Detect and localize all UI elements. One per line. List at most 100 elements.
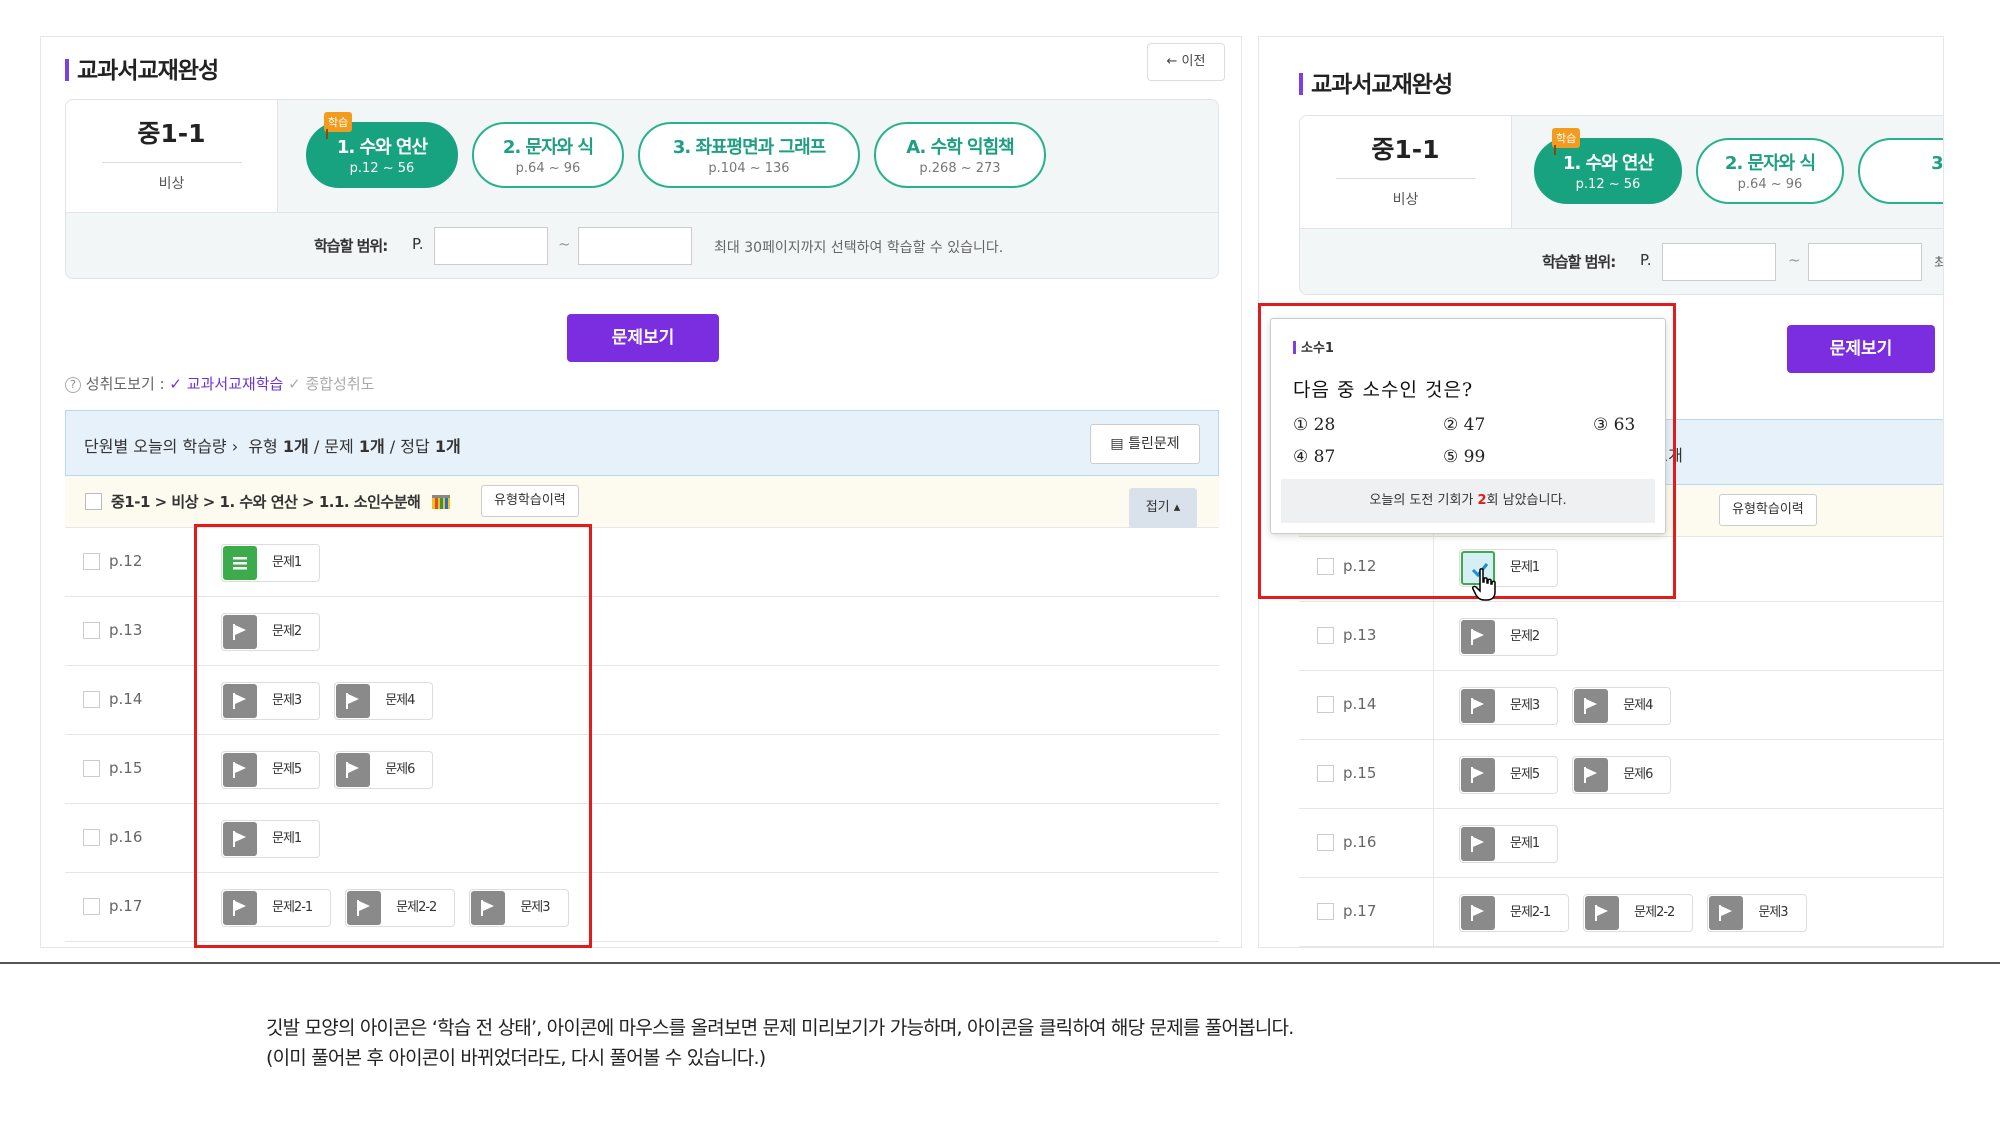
chapter-name: 3. 좌표 bbox=[1931, 153, 1943, 174]
chapter-name: 2. 문자와 식 bbox=[1724, 153, 1816, 174]
range-end-input[interactable] bbox=[578, 227, 692, 265]
caption: 깃발 모양의 아이콘은 ‘학습 전 상태’, 아이콘에 마우스를 올려보면 문제… bbox=[266, 1013, 1294, 1073]
notebook-icon: ▤ bbox=[1110, 436, 1124, 452]
question-button[interactable]: 문제3 bbox=[1707, 894, 1807, 932]
page-label: p.17 bbox=[1343, 902, 1377, 920]
chapter-chip-4[interactable]: A. 수학 익힘책 p.268 ~ 273 bbox=[874, 122, 1046, 188]
range-note: 최 bbox=[1934, 253, 1943, 273]
page-label: p.17 bbox=[109, 897, 143, 915]
view-questions-button[interactable]: 문제보기 bbox=[567, 314, 719, 362]
range-start-input[interactable] bbox=[434, 227, 548, 265]
question-label: 문제6 bbox=[1623, 767, 1653, 782]
page-label: p.12 bbox=[109, 552, 143, 570]
question-label: 문제1 bbox=[1510, 836, 1540, 851]
chapter-name: 3. 좌표평면과 그래프 bbox=[672, 137, 826, 158]
flag-icon[interactable] bbox=[1585, 896, 1620, 930]
achievement-label: 성취도보기 : bbox=[85, 375, 165, 393]
question-label: 문제5 bbox=[1510, 767, 1540, 782]
publisher-label: 비상 bbox=[1392, 192, 1419, 208]
page-checkbox[interactable] bbox=[1317, 834, 1334, 851]
achievement-view: ? 성취도보기 : ✓ 교과서교재학습 ✓ 종합성취도 bbox=[65, 373, 374, 394]
page-label: p.14 bbox=[109, 690, 143, 708]
question-button[interactable]: 문제2-2 bbox=[1583, 894, 1694, 932]
flag-icon[interactable] bbox=[1461, 620, 1495, 654]
question-button[interactable]: 문제4 bbox=[1572, 687, 1672, 725]
chapter-pages: p.12 ~ 56 bbox=[349, 161, 415, 176]
chapter-pages: p. bbox=[1860, 177, 1943, 192]
type-history-button[interactable]: 유형학습이력 bbox=[481, 485, 579, 517]
achievement-option-textbook[interactable]: ✓ 교과서교재학습 bbox=[169, 375, 283, 393]
range-start-input[interactable] bbox=[1662, 243, 1776, 281]
wrong-questions-button[interactable]: ▤ 틀린문제 bbox=[1090, 424, 1200, 464]
range-note: 최대 30페이지까지 선택하여 학습할 수 있습니다. bbox=[714, 240, 1004, 256]
flag-icon[interactable] bbox=[1574, 758, 1609, 792]
chapter-chip-2[interactable]: 2. 문자와 식 p.64 ~ 96 bbox=[1696, 138, 1844, 204]
type-history-button[interactable]: 유형학습이력 bbox=[1719, 494, 1817, 526]
page-checkbox[interactable] bbox=[83, 829, 100, 846]
flag-icon[interactable] bbox=[1461, 689, 1495, 723]
unit-checkbox[interactable] bbox=[85, 493, 102, 510]
chapter-chip-2[interactable]: 2. 문자와 식 p.64 ~ 96 bbox=[472, 122, 624, 188]
page-checkbox[interactable] bbox=[1317, 696, 1334, 713]
study-badge: 학습 bbox=[1552, 128, 1581, 155]
book-card: 중1-1 비상 bbox=[1300, 116, 1512, 228]
flag-icon[interactable] bbox=[1461, 896, 1495, 930]
question-button[interactable]: 문제3 bbox=[1459, 687, 1559, 725]
flag-icon[interactable] bbox=[1574, 689, 1609, 723]
range-end-input[interactable] bbox=[1808, 243, 1922, 281]
chapter-name: 1. 수와 연산 bbox=[336, 137, 428, 158]
chapter-pages: p.268 ~ 273 bbox=[919, 161, 1001, 176]
flag-icon[interactable] bbox=[1461, 758, 1495, 792]
chapter-chip-3[interactable]: 3. 좌표 p. bbox=[1858, 138, 1943, 204]
chapter-list: 학습 1. 수와 연산 p.12 ~ 56 2. 문자와 식 p.64 ~ 96… bbox=[306, 112, 1060, 188]
gift-icon bbox=[432, 495, 451, 509]
chapter-pages: p.12 ~ 56 bbox=[1575, 177, 1641, 192]
chapter-chip-3[interactable]: 3. 좌표평면과 그래프 p.104 ~ 136 bbox=[638, 122, 860, 188]
page-title: 교과서교재완성 bbox=[65, 51, 219, 85]
flag-icon[interactable] bbox=[1709, 896, 1744, 930]
range-label: 학습할 범위: bbox=[1542, 253, 1616, 271]
question-list: 문제3 문제4 bbox=[1459, 687, 1685, 725]
range-bar: 학습할 범위: P. ~ 최대 30페이지까지 선택하여 학습할 수 있습니다. bbox=[66, 212, 1218, 278]
page-row: p.14 문제3 문제4 bbox=[1299, 671, 1943, 740]
question-list: 문제5 문제6 bbox=[1459, 756, 1685, 794]
page-checkbox[interactable] bbox=[83, 760, 100, 777]
page-checkbox[interactable] bbox=[83, 553, 100, 570]
range-tilde: ~ bbox=[1788, 251, 1801, 269]
chapter-chip-1[interactable]: 학습 1. 수와 연산 p.12 ~ 56 bbox=[306, 112, 458, 188]
question-label: 문제2 bbox=[1510, 629, 1540, 644]
grade-label: 중1-1 bbox=[1371, 135, 1440, 164]
caption-line-1: 깃발 모양의 아이콘은 ‘학습 전 상태’, 아이콘에 마우스를 올려보면 문제… bbox=[266, 1017, 1294, 1039]
publisher-label: 비상 bbox=[158, 176, 185, 192]
flag-icon[interactable] bbox=[1461, 827, 1495, 861]
question-list: 문제2-1 문제2-2 문제3 bbox=[1459, 894, 1821, 932]
fold-button[interactable]: 접기 ▴ bbox=[1129, 488, 1197, 528]
range-prefix: P. bbox=[412, 235, 424, 253]
prev-button[interactable]: ← 이전 bbox=[1147, 43, 1225, 81]
help-icon[interactable]: ? bbox=[65, 377, 81, 393]
page-checkbox[interactable] bbox=[83, 898, 100, 915]
page-checkbox[interactable] bbox=[83, 622, 100, 639]
question-button[interactable]: 문제2 bbox=[1459, 618, 1559, 656]
question-button[interactable]: 문제1 bbox=[1459, 825, 1559, 863]
unit-header-row: 중1-1 > 비상 > 1. 수와 연산 > 1.1. 소인수분해 유형학습이력… bbox=[65, 476, 1219, 528]
page-checkbox[interactable] bbox=[1317, 627, 1334, 644]
textbook-info-box: 중1-1 비상 학습 1. 수와 연산 p.12 ~ 56 2. 문자와 식 p… bbox=[65, 99, 1219, 279]
chapter-chip-1[interactable]: 학습 1. 수와 연산 p.12 ~ 56 bbox=[1534, 128, 1682, 204]
range-label: 학습할 범위: bbox=[314, 237, 388, 255]
textbook-info-box: 중1-1 비상 학습 1. 수와 연산 p.12 ~ 56 2. 문자와 식 p… bbox=[1299, 115, 1943, 295]
grade-label: 중1-1 bbox=[137, 119, 206, 148]
question-button[interactable]: 문제6 bbox=[1572, 756, 1672, 794]
book-card: 중1-1 비상 bbox=[66, 100, 278, 212]
question-button[interactable]: 문제5 bbox=[1459, 756, 1559, 794]
page-checkbox[interactable] bbox=[1317, 903, 1334, 920]
page-checkbox[interactable] bbox=[1317, 765, 1334, 782]
question-list: 문제2 bbox=[1459, 618, 1572, 656]
page-row: p.13 문제2 bbox=[1299, 602, 1943, 671]
page-checkbox[interactable] bbox=[83, 691, 100, 708]
chapter-name: 2. 문자와 식 bbox=[502, 137, 594, 158]
chapter-list: 학습 1. 수와 연산 p.12 ~ 56 2. 문자와 식 p.64 ~ 96… bbox=[1534, 128, 1943, 204]
achievement-option-total[interactable]: ✓ 종합성취도 bbox=[288, 375, 374, 393]
view-questions-button[interactable]: 문제보기 bbox=[1787, 325, 1935, 373]
question-button[interactable]: 문제2-1 bbox=[1459, 894, 1570, 932]
